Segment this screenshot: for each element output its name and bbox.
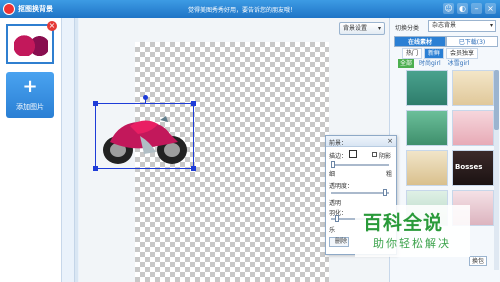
promo-link[interactable]: 觉得美图秀秀好用，要告诉您的朋友哦！ bbox=[188, 5, 296, 14]
add-image-label: 添加图片 bbox=[16, 103, 44, 111]
category-label: 切换分类 bbox=[395, 25, 420, 32]
material-filters: 全部 时尚girl 冰雪girl bbox=[398, 59, 471, 68]
resize-handle-tl[interactable] bbox=[93, 101, 98, 106]
delete-label: 删除 bbox=[335, 238, 348, 245]
motorcycle-thumbnail-image bbox=[14, 34, 48, 56]
shadow-label: 阴影 bbox=[379, 153, 392, 160]
resize-handle-tr[interactable] bbox=[191, 101, 196, 106]
skin-icon[interactable]: ◐ bbox=[457, 3, 468, 14]
foreground-selection-box[interactable] bbox=[93, 95, 196, 171]
subtab-hot[interactable]: 热门 bbox=[402, 48, 423, 59]
motorcycle-image bbox=[103, 116, 187, 164]
window-controls: ☺ ◐ – × bbox=[443, 3, 496, 14]
material-tile[interactable] bbox=[406, 110, 448, 146]
material-subtabs: 热门 新鲜 会员独享 bbox=[402, 48, 479, 59]
subtab-new[interactable]: 新鲜 bbox=[424, 48, 445, 59]
title-bar: 抠图换背景 觉得美图秀秀好用，要告诉您的朋友哦！ ☺ ◐ – × bbox=[0, 0, 500, 18]
subtab-vip[interactable]: 会员独享 bbox=[446, 48, 479, 59]
category-value: 杂志背景 bbox=[432, 22, 457, 29]
chevron-down-icon: ▾ bbox=[377, 25, 381, 32]
opacity-knob[interactable] bbox=[383, 189, 387, 196]
material-tabs: 在线素材 已下载(3) bbox=[394, 36, 498, 47]
feather-knob[interactable] bbox=[335, 215, 339, 222]
background-settings-button[interactable]: 背景设置 ▾ bbox=[339, 22, 385, 35]
material-tile[interactable] bbox=[452, 70, 494, 106]
filter-snow-girl[interactable]: 冰雪girl bbox=[446, 59, 472, 68]
tab-online[interactable]: 在线素材 bbox=[394, 36, 446, 47]
resize-handle-bl[interactable] bbox=[93, 166, 98, 171]
le-label: 乐 bbox=[329, 227, 336, 234]
material-grid: Bosses bbox=[406, 70, 494, 226]
foreground-panel-title: 前景： bbox=[329, 140, 348, 147]
material-scrollbar[interactable] bbox=[494, 70, 499, 270]
stroke-width-knob[interactable] bbox=[331, 161, 335, 168]
material-tile[interactable] bbox=[406, 70, 448, 106]
filter-fashion-girl[interactable]: 时尚girl bbox=[417, 59, 443, 68]
user-icon[interactable]: ☺ bbox=[443, 3, 454, 14]
filter-all[interactable]: 全部 bbox=[398, 59, 415, 68]
image-thumbnail[interactable]: × bbox=[6, 21, 57, 64]
transparent-label: 透明 bbox=[329, 200, 342, 207]
image-list-panel: × + 添加图片 bbox=[0, 18, 62, 282]
close-icon[interactable]: × bbox=[387, 137, 393, 145]
delete-button[interactable]: 删除 bbox=[329, 237, 349, 247]
app-logo-icon bbox=[3, 3, 15, 15]
shadow-checkbox[interactable] bbox=[372, 152, 377, 157]
material-tile[interactable]: Bosses bbox=[452, 150, 494, 186]
tile-text: Bosses bbox=[455, 163, 483, 171]
resize-handle-br[interactable] bbox=[191, 166, 196, 171]
stroke-color-swatch[interactable] bbox=[349, 150, 357, 158]
baike-watermark: 百科全说 助你轻松解决 bbox=[355, 205, 470, 257]
watermark-title: 百科全说 bbox=[363, 212, 444, 234]
delete-thumbnail-icon[interactable]: × bbox=[47, 21, 57, 31]
thick-label: 粗 bbox=[386, 171, 393, 178]
chevron-down-icon: ▾ bbox=[489, 22, 493, 29]
minimize-icon[interactable]: – bbox=[471, 3, 482, 14]
category-select[interactable]: 杂志背景 ▾ bbox=[428, 20, 496, 32]
rotate-handle[interactable] bbox=[143, 95, 148, 100]
swap-pack-button[interactable]: 换包 bbox=[469, 256, 488, 266]
plus-icon: + bbox=[22, 76, 38, 97]
watermark-subtitle: 助你轻松解决 bbox=[373, 237, 451, 250]
background-settings-label: 背景设置 bbox=[343, 25, 368, 32]
foreground-panel-header: 前景： × bbox=[326, 136, 396, 147]
tab-downloaded[interactable]: 已下载(3) bbox=[446, 36, 498, 47]
thin-label: 细 bbox=[329, 171, 336, 178]
stroke-width-slider[interactable] bbox=[331, 161, 389, 168]
opacity-slider[interactable] bbox=[331, 189, 389, 196]
material-tile[interactable] bbox=[406, 150, 448, 186]
scroll-thumb[interactable] bbox=[494, 70, 499, 130]
material-tile[interactable] bbox=[452, 110, 494, 146]
panel-divider[interactable] bbox=[74, 18, 78, 282]
opacity-label: 透明度： bbox=[329, 183, 354, 190]
window-title: 抠图换背景 bbox=[18, 5, 53, 13]
add-image-button[interactable]: + 添加图片 bbox=[6, 72, 54, 118]
close-icon[interactable]: × bbox=[485, 3, 496, 14]
stroke-label: 描边： bbox=[329, 153, 348, 160]
